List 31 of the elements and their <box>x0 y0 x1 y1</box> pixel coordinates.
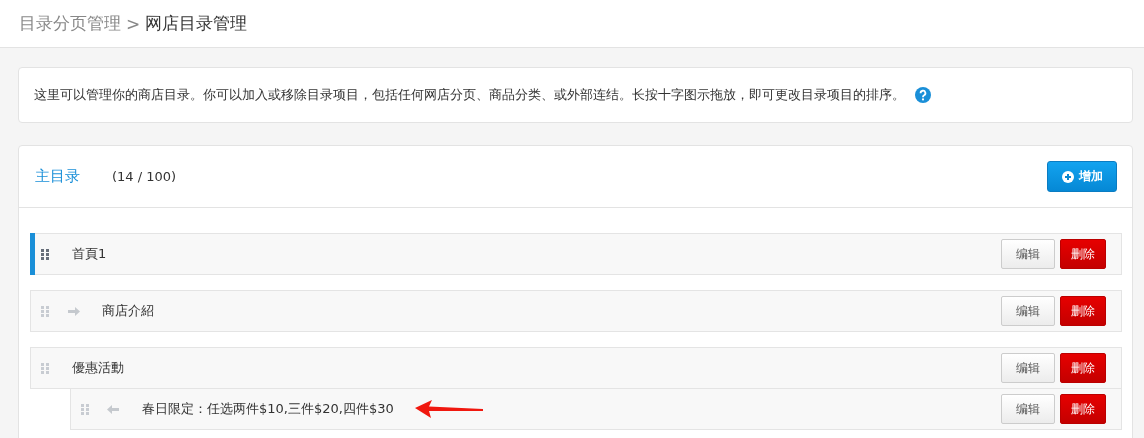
item-count: (14 / 100) <box>112 169 177 184</box>
help-icon[interactable] <box>915 87 931 103</box>
annotation-arrow <box>415 399 485 419</box>
edit-button[interactable]: 编辑 <box>1001 394 1055 424</box>
delete-button[interactable]: 删除 <box>1060 296 1106 326</box>
plus-icon <box>1061 170 1074 183</box>
menu-item-row[interactable]: 春日限定：任选两件$10,三件$20,四件$30 编辑 删除 <box>70 389 1122 430</box>
menu-item-label: 商店介紹 <box>102 302 154 320</box>
left-arrow-icon <box>107 403 120 415</box>
right-arrow-icon <box>67 305 80 317</box>
edit-button[interactable]: 编辑 <box>1001 239 1055 269</box>
info-text: 这里可以管理你的商店目录。你可以加入或移除目录项目，包括任何网店分页、商品分类、或外部连结。长按十字图示拖放，即可更改目录项目的排序。 <box>34 86 905 104</box>
menu-title: 主目录 <box>35 167 80 186</box>
drag-handle-icon[interactable] <box>81 403 89 415</box>
delete-button[interactable]: 删除 <box>1060 239 1106 269</box>
edit-button[interactable]: 编辑 <box>1001 296 1055 326</box>
drag-handle-icon[interactable] <box>41 362 49 374</box>
menu-item-row[interactable]: 首頁1 编辑 删除 <box>30 233 1122 275</box>
breadcrumb-link[interactable]: 目录分页管理 <box>19 12 121 35</box>
menu-item-row[interactable]: 優惠活動 编辑 删除 <box>30 347 1122 389</box>
delete-button[interactable]: 删除 <box>1060 353 1106 383</box>
drag-handle-icon[interactable] <box>41 248 49 260</box>
menu-item-row[interactable]: 商店介紹 编辑 删除 <box>30 290 1122 332</box>
menu-item-label: 優惠活動 <box>72 359 124 377</box>
breadcrumb-separator: > <box>126 13 141 34</box>
delete-button[interactable]: 删除 <box>1060 394 1106 424</box>
menu-item-label: 春日限定：任选两件$10,三件$20,四件$30 <box>142 400 394 418</box>
page-title: 网店目录管理 <box>145 12 248 35</box>
drag-handle-icon[interactable] <box>41 305 49 317</box>
edit-button[interactable]: 编辑 <box>1001 353 1055 383</box>
menu-item-label: 首頁1 <box>72 245 107 263</box>
